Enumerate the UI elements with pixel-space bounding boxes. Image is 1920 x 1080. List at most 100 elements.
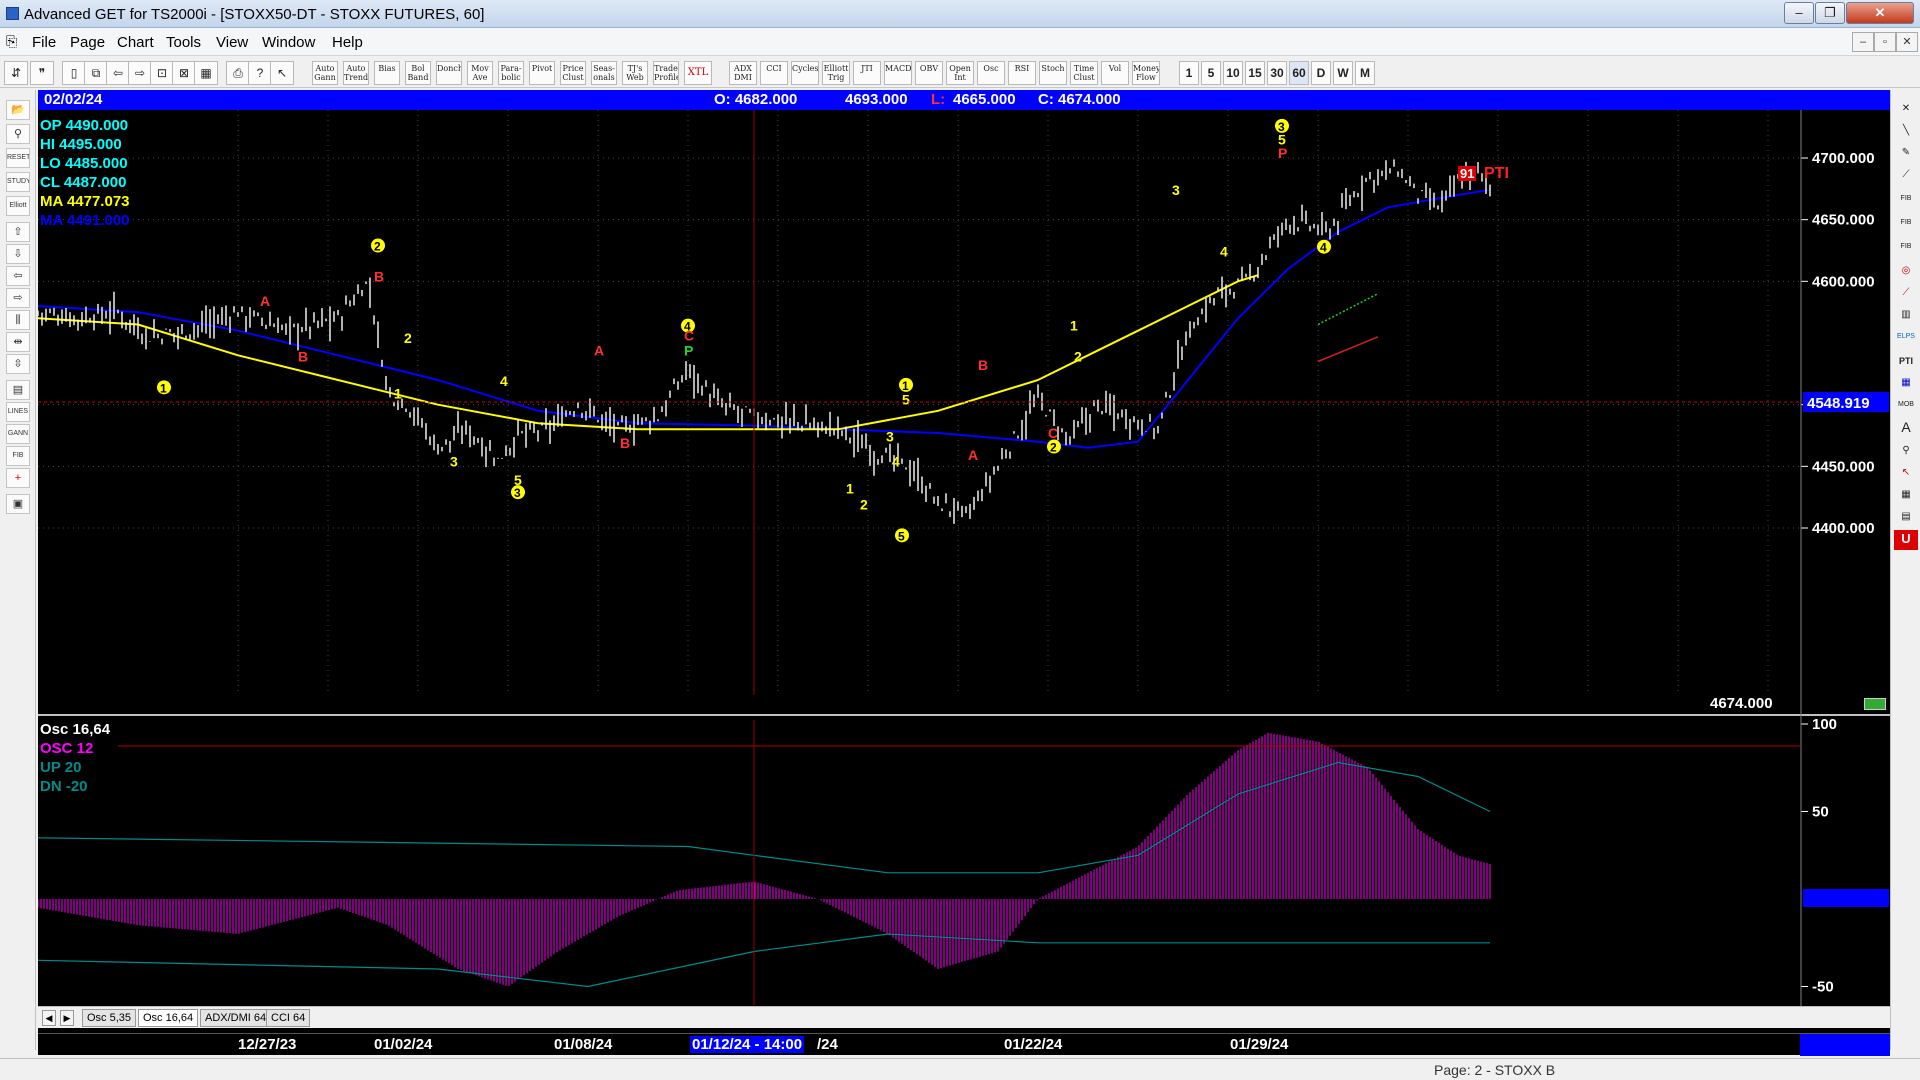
- study-button[interactable]: OBV: [915, 61, 943, 85]
- fib-button[interactable]: FIB: [6, 446, 30, 466]
- arrow-right-icon[interactable]: ⇨: [6, 288, 30, 308]
- elliott-button[interactable]: Elliott: [6, 196, 30, 216]
- help-bulb-icon[interactable]: ?: [248, 61, 272, 85]
- fan-icon[interactable]: ⟋: [1894, 284, 1918, 304]
- study-button[interactable]: Time Clust: [1070, 61, 1098, 85]
- mdi-restore-button[interactable]: ▫: [1874, 32, 1896, 52]
- study-button[interactable]: RSI: [1008, 61, 1036, 85]
- draw-line-icon[interactable]: ╲: [1894, 122, 1918, 142]
- menu-file[interactable]: File: [32, 34, 56, 51]
- grid-icon[interactable]: ⊠: [172, 61, 196, 85]
- expand-icon[interactable]: ⇳: [6, 354, 30, 374]
- timeframe-button-60[interactable]: 60: [1289, 61, 1309, 85]
- timeframe-button-15[interactable]: 15: [1245, 61, 1265, 85]
- document-icon[interactable]: ⎘: [6, 33, 17, 50]
- tab-prev-button[interactable]: ◀: [42, 1010, 56, 1026]
- timeframe-button-5[interactable]: 5: [1201, 61, 1221, 85]
- study-button[interactable]: Open Int: [946, 61, 974, 85]
- target-icon[interactable]: ◎: [1894, 262, 1918, 282]
- indicator-button[interactable]: Para-bolic: [498, 61, 524, 85]
- tab-osc-16-64[interactable]: Osc 16,64: [138, 1009, 199, 1027]
- price-chart-svg[interactable]: 12BAB213453AB4CP1534215BAC2123435P4 4700…: [37, 90, 1890, 1055]
- fib-ret-button[interactable]: FIB: [1894, 190, 1918, 210]
- binoculars-icon[interactable]: ⚲: [6, 124, 30, 144]
- menu-chart[interactable]: Chart: [117, 34, 154, 51]
- open-folder-icon[interactable]: 📂: [6, 100, 30, 120]
- indicator-button[interactable]: Auto Gann: [312, 61, 338, 85]
- indicator-button[interactable]: Bias: [374, 61, 400, 85]
- study-button[interactable]: JTI: [853, 61, 881, 85]
- study-button[interactable]: Money Flow: [1132, 61, 1160, 85]
- link-icon[interactable]: ⊡: [150, 61, 174, 85]
- tab-cci-64[interactable]: CCI 64: [266, 1009, 311, 1027]
- properties-icon[interactable]: ▣: [6, 494, 30, 514]
- chart-area[interactable]: 12BAB213453AB4CP1534215BAC2123435P4 4700…: [37, 90, 1890, 1055]
- menu-window[interactable]: Window: [262, 34, 315, 51]
- grid-tool-icon[interactable]: ▦: [1894, 374, 1918, 394]
- study-button[interactable]: CCI: [760, 61, 788, 85]
- timeframe-button-M[interactable]: M: [1355, 61, 1375, 85]
- study-button[interactable]: Vol: [1101, 61, 1129, 85]
- indicator-button[interactable]: Donch: [436, 61, 462, 85]
- indicator-button[interactable]: Bol Band: [405, 61, 431, 85]
- timeframe-button-1[interactable]: 1: [1179, 61, 1199, 85]
- ellipse-button[interactable]: ELPS: [1894, 328, 1918, 348]
- indicator-button[interactable]: Mov Ave: [467, 61, 493, 85]
- indicator-button[interactable]: Auto Trend: [343, 61, 369, 85]
- timeframe-button-D[interactable]: D: [1311, 61, 1331, 85]
- tab-osc-5-35[interactable]: Osc 5,35: [82, 1009, 137, 1027]
- layout-icon[interactable]: ▦: [194, 61, 218, 85]
- close-button[interactable]: ✕: [1846, 2, 1914, 24]
- arrow-up-icon[interactable]: ⇧: [6, 222, 30, 242]
- arrow-left-icon[interactable]: ⇦: [6, 266, 30, 286]
- fib-ext-button[interactable]: FIB: [1894, 214, 1918, 234]
- context-help-icon[interactable]: ↖: [270, 61, 294, 85]
- close-study-icon[interactable]: ✕: [1894, 100, 1918, 120]
- indicator-button[interactable]: TJ's Web: [622, 61, 648, 85]
- pointer-icon[interactable]: ⇵: [4, 61, 28, 85]
- quote-icon[interactable]: ❞: [30, 61, 54, 85]
- mdi-minimize-button[interactable]: –: [1852, 32, 1874, 52]
- indicator-button[interactable]: Pivot: [529, 61, 555, 85]
- new-page-icon[interactable]: ▯: [62, 61, 86, 85]
- gann-button[interactable]: GANN: [6, 424, 30, 444]
- fib-time-button[interactable]: FIB: [1894, 238, 1918, 258]
- back-icon[interactable]: ⇦: [106, 61, 130, 85]
- indicator-button[interactable]: XTL: [684, 61, 712, 85]
- arrow-down-icon[interactable]: ⇩: [6, 244, 30, 264]
- menu-tools[interactable]: Tools: [166, 34, 201, 51]
- pointer-tool-icon[interactable]: ↖: [1894, 464, 1918, 484]
- study-button[interactable]: MACD: [884, 61, 912, 85]
- reset-button[interactable]: RESET: [6, 148, 30, 168]
- print-icon[interactable]: ⎙: [226, 61, 250, 85]
- indicator-button[interactable]: Seas-onals: [591, 61, 617, 85]
- lines-button[interactable]: LINES: [6, 402, 30, 422]
- study-button[interactable]: STUDY: [6, 172, 30, 192]
- compress-icon[interactable]: ⇹: [6, 332, 30, 352]
- crosshair-icon[interactable]: +: [6, 468, 30, 488]
- channel-icon[interactable]: ▥: [1894, 306, 1918, 326]
- copy-page-icon[interactable]: ⧉: [84, 61, 108, 85]
- text-tool-icon[interactable]: A: [1894, 418, 1918, 438]
- study-button[interactable]: ADX DMI: [729, 61, 757, 85]
- tab-next-button[interactable]: ▶: [60, 1010, 74, 1026]
- indicator-button[interactable]: Price Clust: [560, 61, 586, 85]
- minimize-button[interactable]: –: [1784, 2, 1814, 24]
- study-button[interactable]: Cycles: [791, 61, 819, 85]
- u-button[interactable]: U: [1894, 530, 1918, 550]
- mob-button[interactable]: MOB: [1894, 396, 1918, 416]
- study-button[interactable]: Osc: [977, 61, 1005, 85]
- indicator-button[interactable]: Trade Profile: [653, 61, 679, 85]
- zoom-icon[interactable]: ⚲: [1894, 442, 1918, 462]
- menu-page[interactable]: Page: [70, 34, 105, 51]
- mdi-close-button[interactable]: ✕: [1896, 32, 1918, 52]
- bar-chart-icon[interactable]: ⫼: [6, 310, 30, 330]
- list-icon[interactable]: ▤: [1894, 508, 1918, 528]
- pti-button[interactable]: PTI: [1894, 352, 1918, 372]
- tab-adx-dmi-64[interactable]: ADX/DMI 64: [200, 1009, 272, 1027]
- forward-icon[interactable]: ⇨: [128, 61, 152, 85]
- timeframe-button-10[interactable]: 10: [1223, 61, 1243, 85]
- chart-mini-icon[interactable]: [1864, 698, 1886, 710]
- menu-view[interactable]: View: [216, 34, 248, 51]
- study-button[interactable]: Elliott Trig: [822, 61, 850, 85]
